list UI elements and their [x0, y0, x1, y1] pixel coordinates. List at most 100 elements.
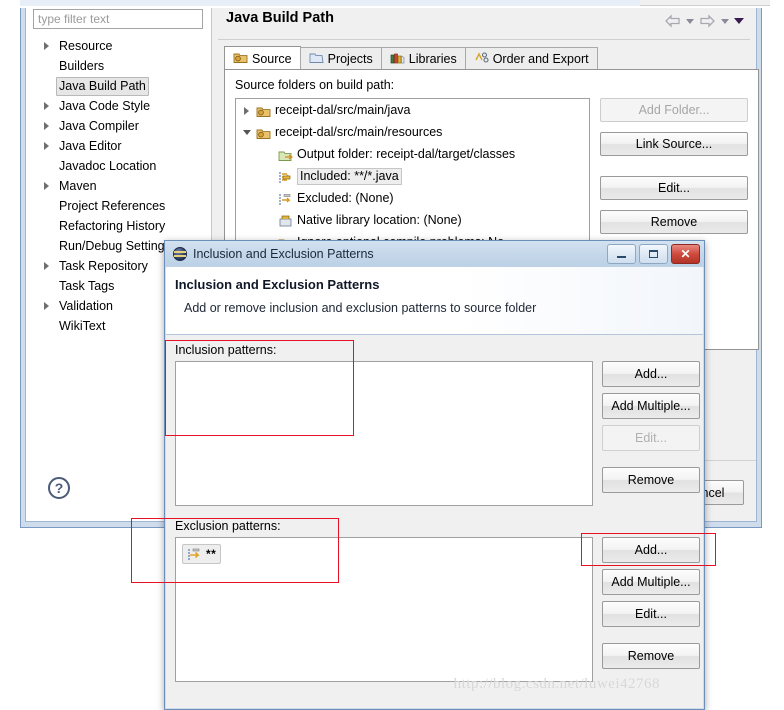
sidebar-item-label: Builders: [59, 59, 105, 73]
sidebar-item-java-editor[interactable]: Java Editor: [26, 136, 211, 156]
tab-label: Libraries: [408, 52, 457, 66]
tree-row-label: Excluded: (None): [297, 191, 394, 205]
excluded-pattern-icon: [187, 547, 202, 561]
tree-row[interactable]: Native library location: (None): [236, 209, 589, 231]
chevron-right-icon: [44, 262, 49, 270]
exclusion-patterns-label: Exclusion patterns:: [175, 519, 281, 533]
inclusion-add-button[interactable]: Add...: [602, 361, 700, 387]
inclusion-exclusion-dialog: Inclusion and Exclusion Patterns ✕ Inclu…: [164, 240, 705, 710]
tree-row[interactable]: Excluded: (None): [236, 187, 589, 209]
tree-row-label: Output folder: receipt-dal/target/classe…: [297, 147, 516, 161]
excluded-pattern-icon: [278, 191, 293, 205]
tab-label: Projects: [327, 52, 373, 66]
dialog-header: Inclusion and Exclusion Patterns Add or …: [166, 267, 703, 335]
exclusion-patterns-list[interactable]: **: [175, 537, 593, 682]
sidebar-item-resource[interactable]: Resource: [26, 36, 211, 56]
tree-row[interactable]: Included: **/*.java: [236, 165, 589, 187]
chevron-right-icon: [44, 102, 49, 110]
inclusion-patterns-list[interactable]: [175, 361, 593, 506]
sidebar-item-label: Java Editor: [59, 139, 122, 153]
sidebar-item-label: Task Repository: [59, 259, 148, 273]
window-chrome-crop: [0, 0, 784, 8]
list-item[interactable]: **: [182, 544, 222, 564]
chevron-down-icon[interactable]: [721, 18, 729, 24]
sidebar-item-label: Validation: [59, 299, 113, 313]
sidebar-item-label: Resource: [59, 39, 113, 53]
dialog-title: Inclusion and Exclusion Patterns: [193, 247, 374, 261]
arrow-right-icon[interactable]: [699, 14, 716, 28]
inclusion-add-multiple-button[interactable]: Add Multiple...: [602, 393, 700, 419]
sidebar-item-label: WikiText: [59, 319, 106, 333]
sidebar-item-label: Java Build Path: [56, 77, 149, 96]
close-icon[interactable]: ✕: [671, 244, 700, 264]
minimize-icon[interactable]: [607, 244, 636, 264]
chevron-right-icon: [44, 142, 49, 150]
source-folder-icon: [233, 51, 248, 67]
source-folder-icon: [256, 125, 271, 139]
tree-row[interactable]: receipt-dal/src/main/java: [236, 99, 589, 121]
tab-label: Order and Export: [492, 52, 589, 66]
sidebar-item-maven[interactable]: Maven: [26, 176, 211, 196]
tree-row[interactable]: receipt-dal/src/main/resources: [236, 121, 589, 143]
tab-order-and-export[interactable]: Order and Export: [464, 47, 598, 70]
tab-projects[interactable]: Projects: [299, 47, 382, 70]
maximize-icon[interactable]: [639, 244, 668, 264]
chevron-right-icon: [44, 42, 49, 50]
screenshot-root: type filter text Resource Builders Java …: [0, 0, 784, 710]
sidebar-item-builders[interactable]: Builders: [26, 56, 211, 76]
dialog-titlebar[interactable]: Inclusion and Exclusion Patterns ✕: [165, 241, 704, 267]
page-navigation-toolbar[interactable]: [664, 12, 744, 30]
tab-source[interactable]: Source: [224, 46, 301, 70]
chevron-down-icon[interactable]: [243, 130, 251, 135]
list-item-label: **: [206, 547, 217, 561]
edit-source-button[interactable]: Edit...: [600, 176, 748, 200]
tab-libraries[interactable]: Libraries: [380, 47, 466, 70]
tab-bar[interactable]: Source Projects Libraries Order and Expo…: [224, 46, 598, 70]
sidebar-item-project-references[interactable]: Project References: [26, 196, 211, 216]
eclipse-icon: [173, 247, 187, 261]
inclusion-edit-button[interactable]: Edit...: [602, 425, 700, 451]
sidebar-item-java-compiler[interactable]: Java Compiler: [26, 116, 211, 136]
add-folder-button[interactable]: Add Folder...: [600, 98, 748, 122]
tree-row[interactable]: Output folder: receipt-dal/target/classe…: [236, 143, 589, 165]
projects-folder-icon: [309, 51, 324, 67]
watermark: http://blog.csdn.net/luwei42768: [453, 676, 660, 692]
tab-label: Source: [252, 51, 292, 66]
view-menu-icon[interactable]: [734, 18, 744, 24]
dialog-header-title: Inclusion and Exclusion Patterns: [175, 277, 380, 292]
sidebar-item-label: Maven: [59, 179, 97, 193]
native-library-icon: [278, 213, 293, 227]
sidebar-item-refactoring-history[interactable]: Refactoring History: [26, 216, 211, 236]
window-controls: ✕: [607, 244, 700, 264]
output-folder-icon: [278, 147, 294, 161]
remove-source-button[interactable]: Remove: [600, 210, 748, 234]
tree-row-label: Included: **/*.java: [297, 168, 402, 185]
chevron-right-icon: [44, 302, 49, 310]
chevron-right-icon: [44, 122, 49, 130]
tree-row-label: Native library location: (None): [297, 213, 462, 227]
sidebar-item-java-build-path[interactable]: Java Build Path: [26, 76, 211, 96]
exclusion-remove-button[interactable]: Remove: [602, 643, 700, 669]
tree-row-label: receipt-dal/src/main/java: [275, 103, 411, 117]
sidebar-item-label: Java Code Style: [59, 99, 151, 113]
filter-input[interactable]: type filter text: [33, 9, 203, 29]
page-title: Java Build Path: [226, 10, 334, 26]
arrow-left-icon[interactable]: [664, 14, 681, 28]
exclusion-add-button[interactable]: Add...: [602, 537, 700, 563]
inclusion-patterns-label: Inclusion patterns:: [175, 343, 277, 357]
dialog-body: Inclusion patterns: Add... Add Multiple.…: [166, 335, 703, 708]
exclusion-add-multiple-button[interactable]: Add Multiple...: [602, 569, 700, 595]
title-divider: [218, 39, 750, 40]
sidebar-item-label: Javadoc Location: [59, 159, 157, 173]
order-export-icon: [474, 51, 489, 67]
inclusion-remove-button[interactable]: Remove: [602, 467, 700, 493]
chevron-down-icon[interactable]: [686, 18, 694, 24]
chevron-right-icon[interactable]: [244, 107, 249, 115]
help-icon[interactable]: ?: [48, 477, 70, 499]
source-folder-icon: [256, 103, 271, 117]
link-source-button[interactable]: Link Source...: [600, 132, 748, 156]
sidebar-item-java-code-style[interactable]: Java Code Style: [26, 96, 211, 116]
sidebar-item-javadoc-location[interactable]: Javadoc Location: [26, 156, 211, 176]
sidebar-item-label: Task Tags: [59, 279, 115, 293]
exclusion-edit-button[interactable]: Edit...: [602, 601, 700, 627]
